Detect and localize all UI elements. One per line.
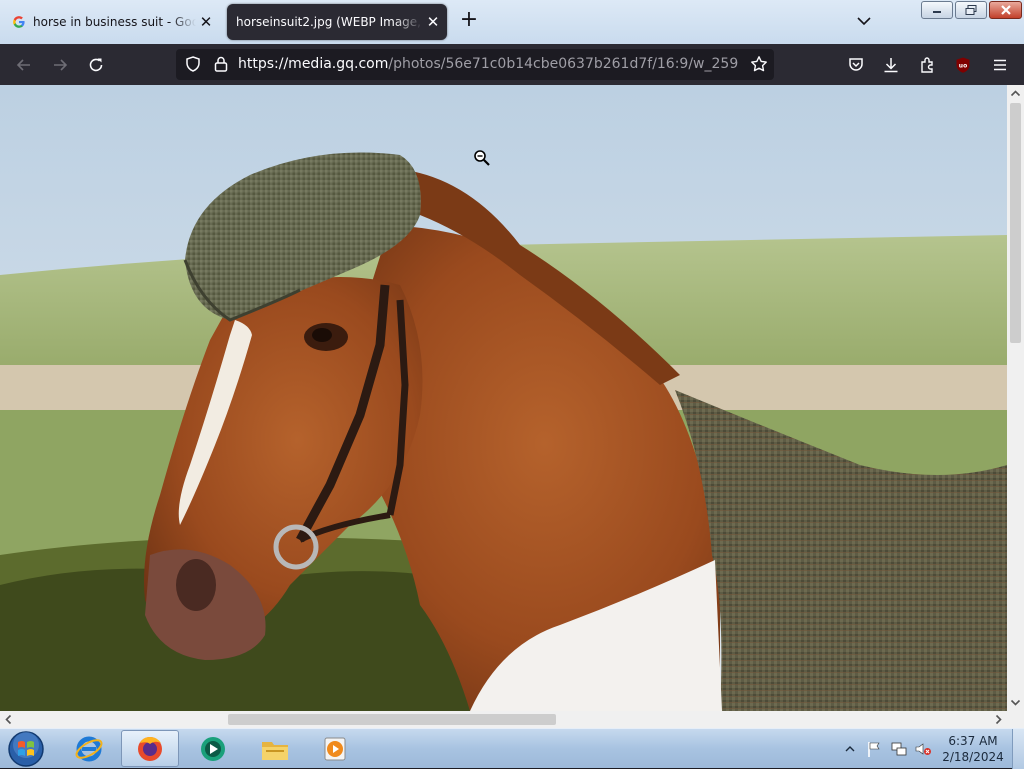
clock-time: 6:37 AM [948,734,998,748]
tracking-protection-shield-icon[interactable] [182,53,204,75]
url-host: https://media.gq.com [238,56,389,72]
vertical-scrollbar[interactable] [1007,85,1024,711]
show-hidden-icons-button[interactable] [842,741,858,757]
horizontal-scrollbar[interactable] [0,711,1007,728]
app-menu-button[interactable] [989,54,1011,76]
close-window-button[interactable] [989,1,1022,19]
puzzle-icon [921,57,933,73]
minimize-button[interactable] [921,1,953,19]
start-button[interactable] [0,730,52,767]
vertical-scroll-thumb[interactable] [1010,103,1021,343]
bookmark-star-icon[interactable] [748,53,770,75]
reload-button[interactable] [85,54,107,76]
firefox-icon [138,736,162,761]
extensions-button[interactable] [917,54,939,76]
forward-button[interactable] [49,54,71,76]
media-player-icon [324,737,346,760]
tab-strip: horse in business suit - Google ✕ horsei… [0,0,1024,44]
google-g-icon [11,14,27,30]
taskbar-internet-explorer[interactable] [60,730,118,767]
tab-close-icon[interactable]: ✕ [423,13,443,31]
tab-label: horse in business suit - Google [33,15,196,29]
tab-google-search[interactable]: horse in business suit - Google ✕ [2,4,220,40]
scrollbar-corner [1007,711,1024,728]
scroll-up-arrow-icon[interactable] [1007,85,1024,102]
ublock-origin-button[interactable]: uo [952,54,974,76]
network-icon[interactable] [890,740,908,758]
zoom-out-cursor-icon [473,149,491,167]
scroll-right-arrow-icon[interactable] [990,711,1007,728]
taskbar-file-explorer[interactable] [246,730,304,767]
hamburger-menu-icon [994,59,1006,71]
horse-photo[interactable] [0,85,1007,711]
list-all-tabs-button[interactable] [855,12,873,30]
internet-explorer-icon [75,736,103,761]
downloads-button[interactable] [880,54,902,76]
scroll-down-arrow-icon[interactable] [1007,694,1024,711]
window-controls [921,1,1022,19]
image-viewer[interactable] [0,85,1007,711]
reload-icon [89,58,103,72]
pocket-icon [849,58,863,71]
taskbar-media-center[interactable] [184,730,242,767]
scroll-left-arrow-icon[interactable] [0,711,17,728]
navigation-toolbar: https://media.gq.com/photos/56e71c0b14cb… [0,44,1024,85]
windows-taskbar: 6:37 AM 2/18/2024 [0,728,1024,769]
back-arrow-icon [16,59,30,71]
tab-label: horseinsuit2.jpg (WEBP Image, 2591 [236,15,423,29]
address-bar[interactable]: https://media.gq.com/photos/56e71c0b14cb… [176,49,774,80]
file-explorer-icon [262,741,288,760]
horizontal-scroll-thumb[interactable] [228,714,556,725]
tab-image[interactable]: horseinsuit2.jpg (WEBP Image, 2591 ✕ [227,4,447,40]
tab-close-icon[interactable]: ✕ [196,13,216,31]
media-center-icon [201,736,225,761]
taskbar-firefox[interactable] [121,730,179,767]
taskbar-media-player[interactable] [306,730,364,767]
ublock-origin-icon: uo [956,57,970,73]
action-center-flag-icon[interactable] [865,740,883,758]
restore-button[interactable] [955,1,987,19]
url-text[interactable]: https://media.gq.com/photos/56e71c0b14cb… [238,56,738,72]
pocket-button[interactable] [845,54,867,76]
chevron-down-icon [857,17,871,26]
svg-text:uo: uo [959,63,967,70]
back-button[interactable] [13,54,35,76]
forward-arrow-icon [54,59,68,71]
chevron-up-icon [845,746,855,752]
system-clock[interactable]: 6:37 AM 2/18/2024 [930,733,1016,765]
show-desktop-button[interactable] [1012,729,1024,769]
download-icon [884,58,898,73]
lock-icon[interactable] [210,53,232,75]
url-path: /photos/56e71c0b14cbe0637b261d7f/16:9/w_… [388,56,738,72]
clock-date: 2/18/2024 [942,750,1004,764]
new-tab-button[interactable]: + [458,9,480,32]
windows-start-orb-icon [8,730,44,767]
